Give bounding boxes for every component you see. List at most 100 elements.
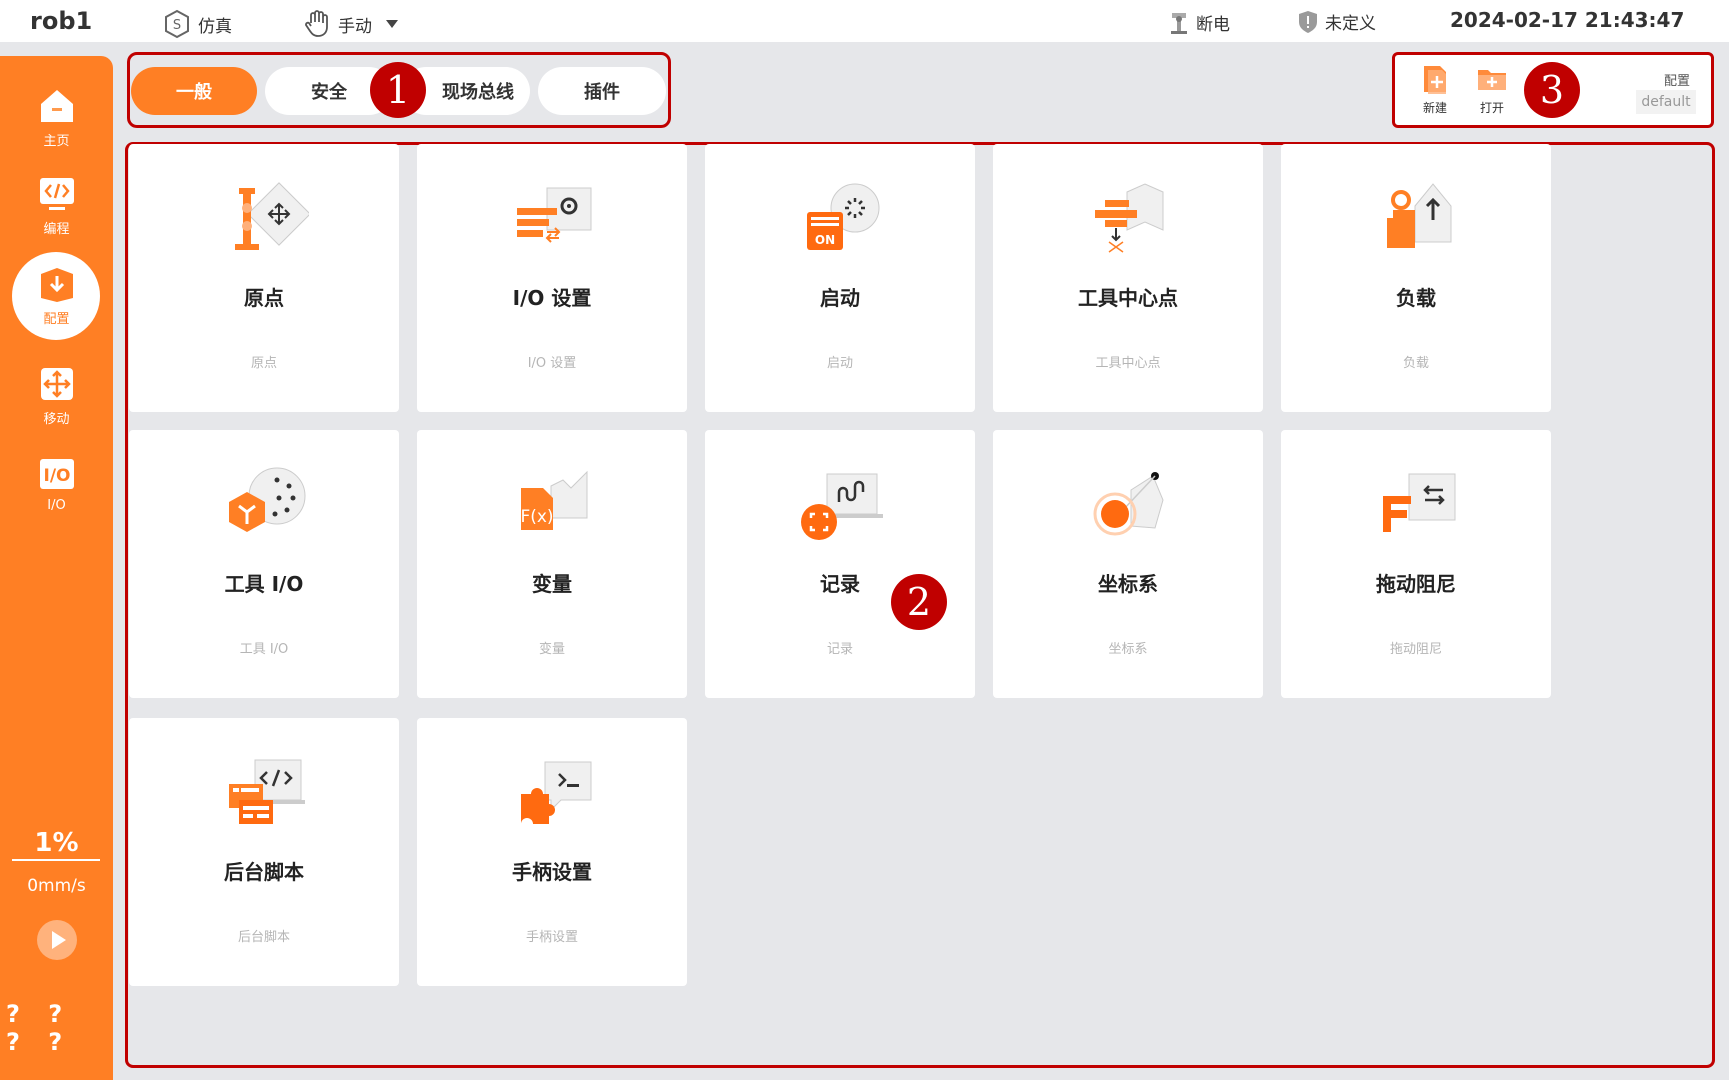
- config-value[interactable]: default: [1636, 90, 1696, 114]
- card-background-script[interactable]: 后台脚本 后台脚本: [129, 718, 399, 986]
- card-subtitle: 拖动阻尼: [1389, 642, 1442, 657]
- datetime: 2024-02-17 21:43:47: [1450, 8, 1685, 32]
- card-title: 负载: [1396, 286, 1436, 310]
- card-subtitle: 坐标系: [1108, 642, 1148, 657]
- card-title: 启动: [820, 286, 860, 310]
- sidebar-item-label: 主页: [43, 134, 70, 149]
- card-origin[interactable]: 原点 原点: [129, 144, 399, 412]
- top-bar: rob1 S 仿真 手动 断电 未定义 2024-02-17 21:43:47: [0, 0, 1729, 42]
- new-config-button[interactable]: 新建: [1410, 62, 1460, 116]
- speed-percent[interactable]: 1%: [0, 828, 113, 858]
- sidebar-item-label: 配置: [43, 312, 70, 327]
- card-subtitle: 变量: [538, 642, 565, 657]
- simulation-toggle[interactable]: S 仿真: [162, 9, 232, 39]
- card-handle-settings[interactable]: 手柄设置 手柄设置: [417, 718, 687, 986]
- sidebar-item-label: I/O: [47, 498, 66, 513]
- chevron-down-icon: [386, 20, 398, 28]
- open-config-label: 打开: [1479, 101, 1504, 115]
- card-title: 工具中心点: [1078, 286, 1178, 310]
- safety-status-label: 未定义: [1325, 14, 1376, 34]
- card-startup[interactable]: ON 启动 启动: [705, 144, 975, 412]
- sidebar-item-program[interactable]: 编程: [0, 174, 113, 237]
- card-io-settings[interactable]: I/O 设置 I/O 设置: [417, 144, 687, 412]
- power-status-label: 断电: [1196, 14, 1230, 35]
- home-icon: [40, 90, 73, 122]
- frame-icon: [1093, 472, 1164, 536]
- origin-icon: [235, 182, 309, 250]
- robot-name: rob1: [30, 7, 93, 35]
- manual-mode-label: 手动: [338, 16, 372, 37]
- config-label: 配置: [1664, 74, 1691, 89]
- power-status[interactable]: 断电: [1168, 9, 1230, 35]
- svg-text:S: S: [173, 18, 181, 33]
- code-icon: [39, 178, 74, 210]
- card-subtitle: 手柄设置: [525, 930, 578, 945]
- annotation-marker-2: 2: [891, 574, 947, 630]
- card-subtitle: 工具中心点: [1095, 356, 1161, 371]
- drag-damping-icon: [1383, 473, 1456, 532]
- card-title: I/O 设置: [512, 286, 592, 310]
- speed-divider: [12, 859, 100, 861]
- tool-io-icon: [229, 467, 306, 532]
- sidebar-item-label: 编程: [43, 222, 70, 237]
- card-subtitle: 后台脚本: [237, 930, 290, 945]
- manual-mode-dropdown[interactable]: 手动: [302, 9, 400, 39]
- card-subtitle: 原点: [250, 356, 277, 371]
- card-subtitle: 工具 I/O: [239, 642, 289, 657]
- speed-value: 0mm/s: [27, 876, 86, 896]
- simulation-label: 仿真: [198, 16, 232, 37]
- card-tool-io[interactable]: 工具 I/O 工具 I/O: [129, 430, 399, 698]
- sidebar-item-label: 移动: [43, 412, 70, 427]
- card-subtitle: I/O 设置: [527, 356, 577, 371]
- card-subtitle: 负载: [1402, 356, 1429, 371]
- hand-icon: [305, 10, 328, 37]
- sidebar-item-config[interactable]: 配置: [0, 252, 113, 340]
- card-drag-damping[interactable]: 拖动阻尼 拖动阻尼: [1281, 430, 1551, 698]
- svg-text:I/O: I/O: [43, 466, 70, 486]
- card-tcp[interactable]: 工具中心点 工具中心点: [993, 144, 1263, 412]
- io-settings-icon: [517, 187, 592, 243]
- sidebar-item-move[interactable]: 移动: [0, 364, 113, 427]
- open-config-button[interactable]: 打开: [1467, 62, 1517, 116]
- card-payload[interactable]: 负载 负载: [1281, 144, 1551, 412]
- card-title: 坐标系: [1098, 572, 1158, 596]
- tab-general[interactable]: 一般: [131, 67, 257, 115]
- tab-plugins[interactable]: 插件: [538, 67, 666, 115]
- io-icon: I/O: [39, 459, 74, 489]
- card-title: 手柄设置: [512, 860, 592, 884]
- background-script-icon: [229, 759, 305, 824]
- card-coordinate-system[interactable]: 坐标系 坐标系: [993, 430, 1263, 698]
- card-subtitle: 记录: [826, 642, 853, 657]
- folder-icon: [1478, 70, 1506, 90]
- svg-text:F(x): F(x): [520, 507, 553, 527]
- card-title: 变量: [532, 572, 572, 596]
- card-variable[interactable]: F(x) 变量 变量: [417, 430, 687, 698]
- move-icon: [40, 368, 73, 400]
- card-title: 工具 I/O: [224, 572, 304, 596]
- sidebar-item-io[interactable]: I/O I/O: [0, 454, 113, 513]
- card-title: 原点: [244, 286, 284, 310]
- new-file-icon: [1424, 66, 1446, 94]
- card-title: 后台脚本: [224, 860, 304, 884]
- new-config-label: 新建: [1422, 101, 1447, 115]
- record-icon: [801, 473, 883, 540]
- handle-settings-icon: [521, 761, 592, 824]
- annotation-marker-1: 1: [370, 62, 426, 118]
- simulation-icon: S: [165, 9, 189, 39]
- config-icon: [40, 268, 73, 302]
- play-button[interactable]: [37, 920, 77, 960]
- safety-status[interactable]: 未定义: [1297, 9, 1376, 34]
- card-subtitle: 启动: [826, 356, 853, 371]
- sidebar-item-home[interactable]: 主页: [0, 86, 113, 149]
- shield-icon: [1299, 10, 1317, 33]
- payload-icon: [1387, 183, 1452, 248]
- card-record[interactable]: 记录 记录: [705, 430, 975, 698]
- svg-text:ON: ON: [815, 233, 835, 247]
- variable-icon: F(x): [520, 470, 588, 530]
- tcp-icon: [1095, 183, 1164, 253]
- startup-icon: ON: [807, 183, 880, 250]
- annotation-marker-3: 3: [1524, 62, 1580, 118]
- robot-arm-icon: [1171, 13, 1187, 34]
- card-title: 拖动阻尼: [1376, 572, 1456, 596]
- help-marks[interactable]: ? ? ? ?: [6, 1000, 114, 1056]
